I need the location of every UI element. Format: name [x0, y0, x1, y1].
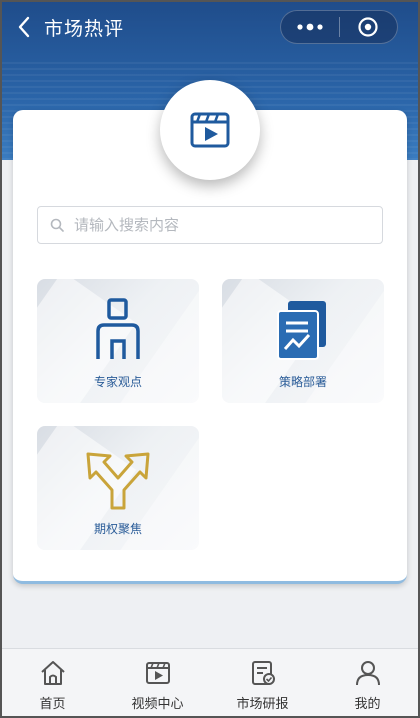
tab-market-report[interactable]: 市场研报: [210, 649, 315, 718]
page-title: 市场热评: [44, 17, 125, 40]
tile-label: 专家观点: [93, 375, 142, 389]
target-close-icon: [358, 17, 378, 37]
tab-mine[interactable]: 我的: [315, 649, 420, 718]
tile-options-focus[interactable]: 期权聚焦: [37, 426, 199, 550]
tab-label: 首页: [39, 697, 66, 712]
user-icon: [355, 661, 380, 686]
more-button[interactable]: [281, 11, 339, 43]
tile-strategy-deploy[interactable]: 策略部署: [222, 279, 384, 403]
tile-expert-views[interactable]: 专家观点: [37, 279, 199, 403]
tab-label: 我的: [354, 697, 381, 712]
tab-label: 视频中心: [131, 697, 184, 712]
home-icon: [40, 661, 65, 685]
search-box[interactable]: [37, 206, 383, 244]
back-button[interactable]: [4, 0, 44, 54]
options-arrows-icon: [86, 452, 150, 510]
video-icon: [145, 662, 170, 684]
tile-label: 策略部署: [278, 375, 327, 389]
tab-label: 市场研报: [236, 697, 289, 712]
bottom-tab-bar: 首页 视频中心 市场研报 我的: [0, 648, 420, 718]
close-miniprogram-button[interactable]: [340, 11, 398, 43]
nav-bar: 市场热评: [0, 0, 420, 54]
miniprogram-capsule: [280, 10, 398, 44]
strategy-doc-icon: [277, 301, 326, 360]
chevron-left-icon: [18, 16, 30, 38]
tab-video-center[interactable]: 视频中心: [105, 649, 210, 718]
search-icon: [50, 218, 64, 232]
more-dots-icon: [297, 23, 323, 31]
tab-home[interactable]: 首页: [0, 649, 105, 718]
expert-person-icon: [96, 298, 140, 359]
report-icon: [251, 661, 275, 685]
search-input[interactable]: [74, 216, 354, 234]
video-clapper-icon: [190, 112, 230, 148]
video-badge: [160, 80, 260, 180]
tile-label: 期权聚焦: [93, 522, 142, 536]
